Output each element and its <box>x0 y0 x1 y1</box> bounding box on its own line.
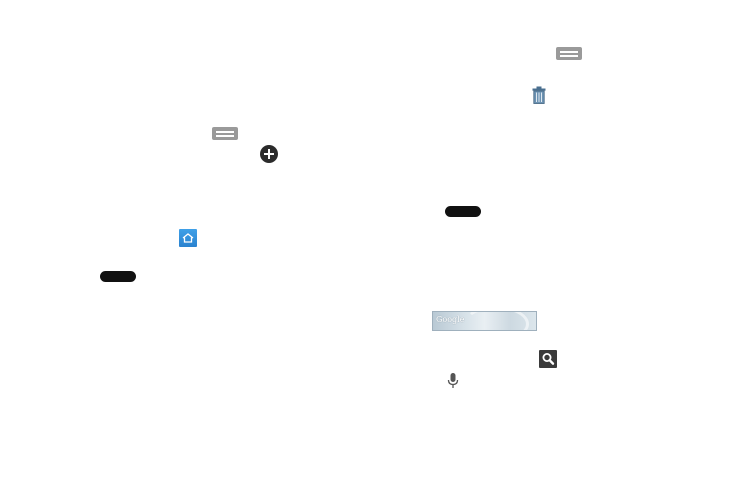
home-button-pill <box>100 271 136 282</box>
add-icon <box>260 145 278 163</box>
home-key-icon <box>179 229 197 247</box>
google-logo: Google <box>436 315 465 324</box>
widget-swoosh <box>463 312 529 330</box>
trash-icon <box>532 86 546 104</box>
microphone-icon <box>446 372 460 390</box>
menu-key-icon <box>212 127 238 140</box>
menu-key-icon <box>556 47 582 60</box>
search-icon <box>539 350 557 368</box>
google-search-widget: Google <box>432 311 537 331</box>
home-button-pill <box>445 206 481 217</box>
